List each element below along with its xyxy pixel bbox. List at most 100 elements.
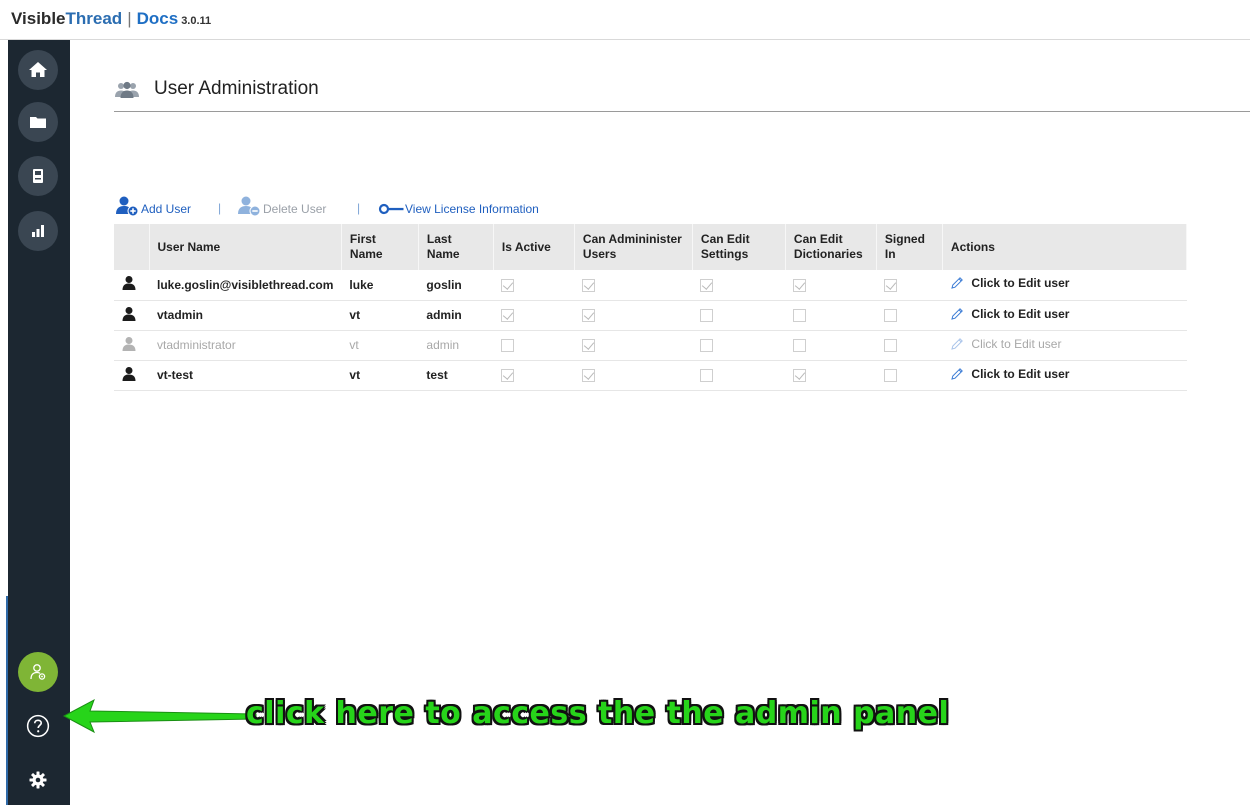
table-row[interactable]: vt-test vt test Click to Edit user (114, 360, 1187, 391)
edit-user-label: Click to Edit user (971, 336, 1062, 351)
toolbar-separator: | (218, 201, 222, 215)
can-edit-settings-checkbox (700, 278, 714, 292)
is-active-checkbox (501, 309, 515, 323)
add-user-button[interactable]: Add User (114, 195, 191, 217)
user-name-cell: vt-test (149, 360, 342, 391)
sidebar-item-settings[interactable] (18, 760, 58, 800)
can-edit-settings-checkbox-cell (692, 270, 786, 301)
is-active-checkbox-cell (493, 300, 575, 331)
key-icon (378, 203, 404, 215)
pencil-icon (951, 307, 964, 320)
user-name-cell: luke.goslin@visiblethread.com (149, 270, 342, 301)
signed-in-checkbox (884, 369, 898, 383)
column-header-can-edit-settings[interactable]: Can Edit Settings (692, 224, 786, 270)
product-name: Docs (136, 9, 179, 28)
is-active-checkbox (501, 339, 515, 353)
user-icon-cell (114, 330, 149, 361)
delete-user-button[interactable]: Delete User (236, 195, 326, 217)
help-icon (26, 714, 50, 738)
sidebar-item-reports[interactable] (18, 211, 58, 251)
sidebar-item-admin[interactable] (18, 652, 58, 692)
user-icon (122, 366, 136, 381)
edit-user-link[interactable]: Click to Edit user (950, 307, 1069, 321)
can-admin-checkbox-cell (574, 270, 693, 301)
column-header-icon (114, 224, 150, 270)
users-icon (115, 81, 139, 98)
table-row[interactable]: luke.goslin@visiblethread.com luke goslin C… (114, 270, 1187, 301)
table-row[interactable]: vtadministrator vt admin Click to Edit user (114, 330, 1187, 361)
toolbar-separator: | (357, 201, 361, 215)
first-name-cell: vt (341, 360, 419, 391)
sidebar-item-library[interactable] (18, 156, 58, 196)
app-brand[interactable]: VisibleThread | Docs 3.0.11 (11, 9, 211, 29)
can-admin-checkbox-cell (574, 330, 693, 361)
actions-cell: Click to Edit user (942, 300, 1187, 331)
view-license-button[interactable]: View License Information (378, 195, 539, 217)
sidebar-item-help[interactable] (18, 706, 58, 746)
column-header-can-admin[interactable]: Can Admininister Users (574, 224, 693, 270)
signed-in-checkbox (884, 339, 898, 353)
user-icon-cell (114, 300, 149, 331)
book-icon (33, 169, 43, 183)
can-edit-dictionaries-checkbox-cell (785, 330, 877, 361)
actions-cell: Click to Edit user (942, 270, 1187, 301)
actions-cell: Click to Edit user (942, 360, 1187, 391)
can-admin-checkbox (582, 278, 596, 292)
can-edit-settings-checkbox (700, 369, 714, 383)
edit-user-label: Click to Edit user (971, 276, 1070, 291)
user-icon (122, 306, 136, 321)
delete-user-label: Delete User (263, 202, 327, 216)
column-header-actions: Actions (942, 224, 1188, 270)
first-name-cell: luke (341, 270, 419, 301)
can-edit-settings-checkbox-cell (692, 360, 786, 391)
user-icon-cell (114, 360, 149, 391)
table-row[interactable]: vtadmin vt admin Click to Edit user (114, 300, 1187, 331)
column-header-is-active[interactable]: Is Active (493, 224, 575, 270)
can-admin-checkbox (582, 339, 596, 353)
gear-icon (29, 771, 47, 789)
can-edit-settings-checkbox-cell (692, 300, 786, 331)
first-name-cell: vt (341, 300, 419, 331)
column-header-first-name[interactable]: First Name (341, 224, 419, 270)
can-admin-checkbox (582, 309, 596, 323)
user-icon (122, 336, 136, 351)
user-name-cell: vtadministrator (149, 330, 342, 361)
brand-name-part1: Visible (11, 9, 66, 28)
last-name-cell: admin (418, 300, 494, 331)
can-edit-dictionaries-checkbox (793, 339, 807, 353)
signed-in-checkbox (884, 278, 898, 292)
column-header-user-name[interactable]: User Name (149, 224, 342, 270)
is-active-checkbox-cell (493, 270, 575, 301)
can-edit-settings-checkbox-cell (692, 330, 786, 361)
edit-user-link[interactable]: Click to Edit user (950, 367, 1069, 381)
main-content: User Administration Add User | Delete Us… (62, 40, 1250, 805)
column-header-last-name[interactable]: Last Name (418, 224, 494, 270)
is-active-checkbox (501, 278, 515, 292)
can-admin-checkbox-cell (574, 300, 693, 331)
last-name-cell: goslin (418, 270, 494, 301)
can-edit-dictionaries-checkbox (793, 369, 807, 383)
can-edit-dictionaries-checkbox-cell (785, 300, 877, 331)
sidebar-item-documents[interactable] (18, 102, 58, 142)
delete-user-icon (238, 196, 261, 217)
annotation-text: click here to access the the admin panel (246, 696, 950, 731)
view-license-label: View License Information (405, 202, 539, 216)
brand-separator: | (127, 9, 132, 28)
version-label: 3.0.11 (181, 15, 212, 27)
edit-user-link[interactable]: Click to Edit user (950, 276, 1069, 290)
can-edit-dictionaries-checkbox (793, 309, 807, 323)
actions-cell: Click to Edit user (942, 330, 1187, 361)
user-icon (122, 276, 136, 291)
home-icon (29, 62, 47, 77)
sidebar-item-home[interactable] (18, 50, 58, 90)
signed-in-checkbox (884, 309, 898, 323)
column-header-can-edit-dictionaries[interactable]: Can Edit Dictionaries (785, 224, 877, 270)
column-header-signed-in[interactable]: Signed In (876, 224, 943, 270)
folder-icon (30, 117, 46, 128)
pencil-icon (951, 337, 964, 350)
signed-in-checkbox-cell (876, 330, 943, 361)
brand-name-part2: Thread (65, 9, 123, 28)
users-table-body: luke.goslin@visiblethread.com luke goslin C… (114, 270, 1187, 391)
can-edit-dictionaries-checkbox-cell (785, 360, 877, 391)
edit-user-link[interactable]: Click to Edit user (950, 337, 1061, 351)
